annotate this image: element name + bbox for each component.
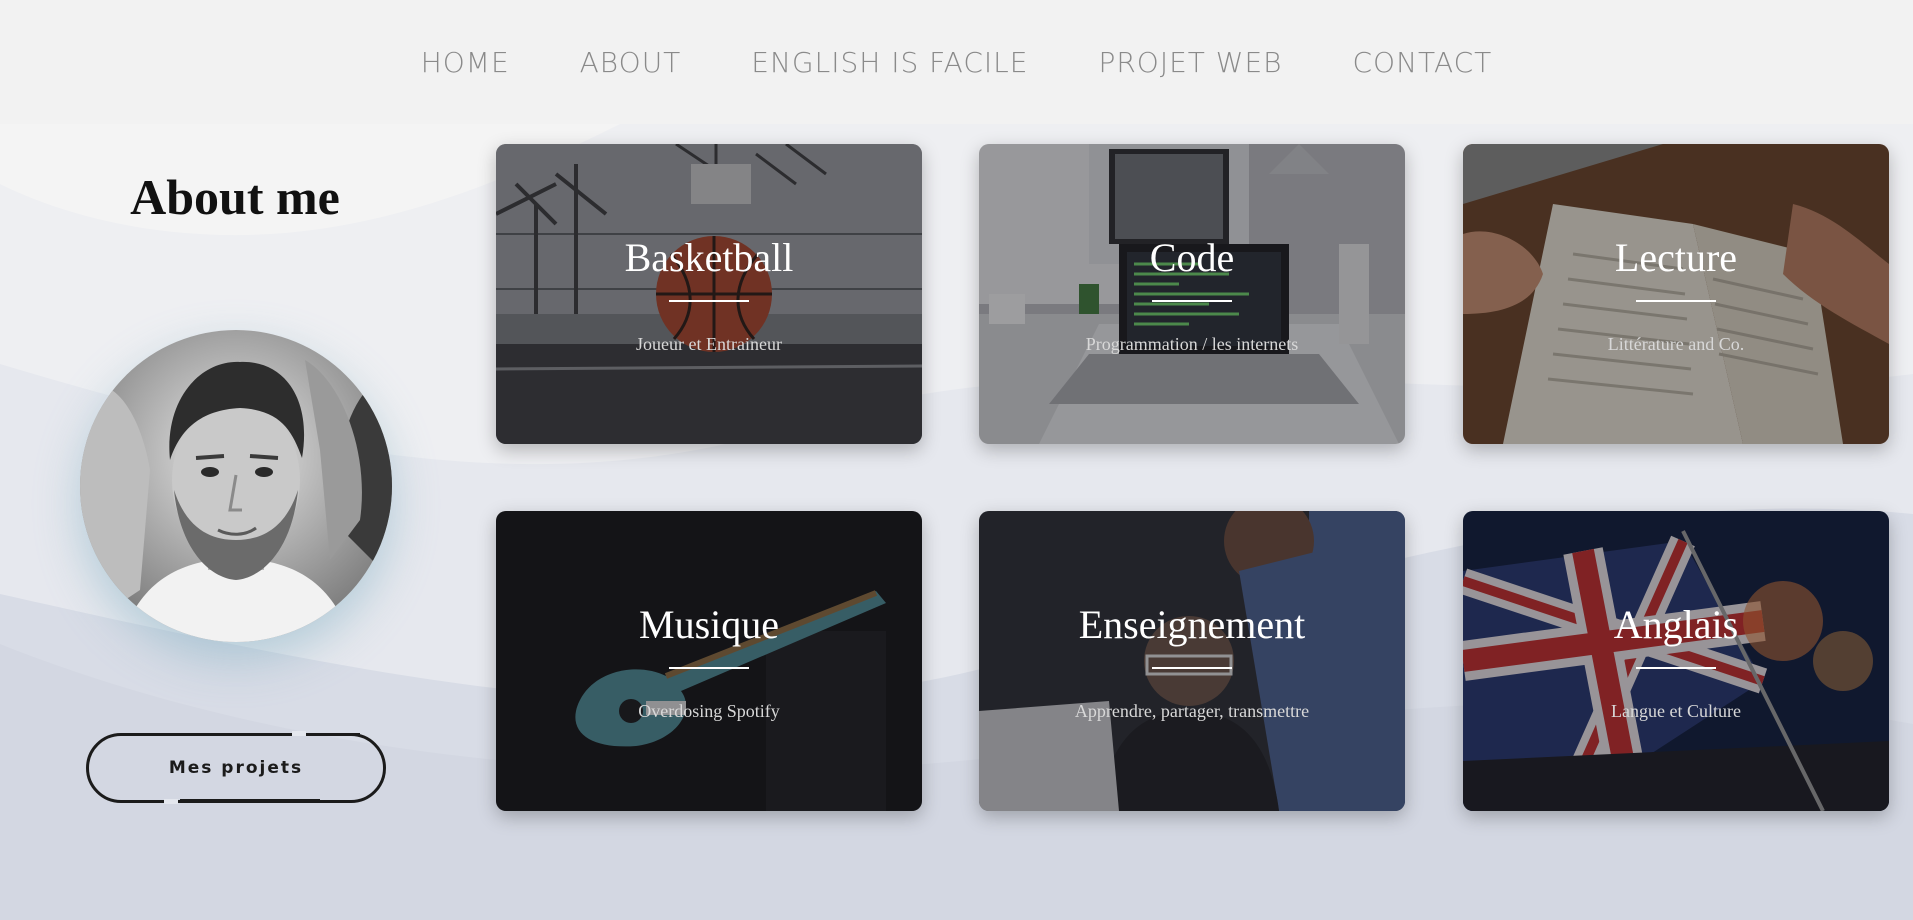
- nav-item-contact[interactable]: CONTACT: [1318, 46, 1528, 79]
- card-overlay: [1463, 144, 1889, 444]
- nav-item-home[interactable]: HOME: [386, 46, 545, 79]
- nav-item-english-is-facile[interactable]: ENGLISH IS FACILE: [716, 46, 1063, 79]
- card-basketball[interactable]: Basketball Joueur et Entraineur: [496, 144, 922, 444]
- card-subtitle: Langue et Culture: [1611, 701, 1741, 721]
- card-subtitle: Littérature and Co.: [1607, 334, 1745, 354]
- card-divider: [1636, 667, 1716, 669]
- card-enseignement[interactable]: Enseignement Apprendre, partager, transm…: [979, 511, 1405, 811]
- about-title: About me: [130, 169, 340, 225]
- card-musique[interactable]: Musique Overdosing Spotify: [496, 511, 922, 811]
- card-anglais[interactable]: Anglais Langue et Culture: [1463, 511, 1889, 811]
- card-title: Code: [1149, 235, 1235, 280]
- card-title: Enseignement: [1078, 602, 1306, 647]
- card-subtitle: Apprendre, partager, transmettre: [1074, 701, 1310, 721]
- card-subtitle: Joueur et Entraineur: [636, 334, 782, 354]
- card-title: Anglais: [1613, 602, 1739, 647]
- card-code[interactable]: Code Programmation / les internets: [979, 144, 1405, 444]
- card-overlay: [979, 511, 1405, 811]
- card-divider: [669, 667, 749, 669]
- button-border-gap: [164, 799, 178, 804]
- card-overlay: [979, 144, 1405, 444]
- button-border-gap: [292, 731, 306, 736]
- card-divider: [1152, 667, 1232, 669]
- nav-menu: HOME ABOUT ENGLISH IS FACILE PROJET WEB …: [386, 46, 1528, 79]
- card-subtitle: Overdosing Spotify: [638, 701, 780, 721]
- profile-avatar: [80, 330, 392, 642]
- card-title: Basketball: [624, 235, 794, 280]
- button-border-dash: [180, 799, 320, 802]
- card-title: Lecture: [1614, 235, 1738, 280]
- card-overlay: [496, 511, 922, 811]
- button-border-dash: [150, 733, 292, 736]
- card-subtitle: Programmation / les internets: [1085, 334, 1299, 354]
- button-border-dash: [310, 733, 360, 736]
- card-overlay: [1463, 511, 1889, 811]
- nav-item-projet-web[interactable]: PROJET WEB: [1063, 46, 1317, 79]
- card-divider: [1636, 300, 1716, 302]
- card-lecture[interactable]: Lecture Littérature and Co.: [1463, 144, 1889, 444]
- card-title: Musique: [639, 602, 779, 647]
- card-divider: [1152, 300, 1232, 302]
- card-overlay: [496, 144, 922, 444]
- top-navigation: HOME ABOUT ENGLISH IS FACILE PROJET WEB …: [0, 0, 1913, 124]
- projects-button[interactable]: Mes projets: [86, 733, 386, 803]
- nav-item-about[interactable]: ABOUT: [545, 46, 717, 79]
- card-divider: [669, 300, 749, 302]
